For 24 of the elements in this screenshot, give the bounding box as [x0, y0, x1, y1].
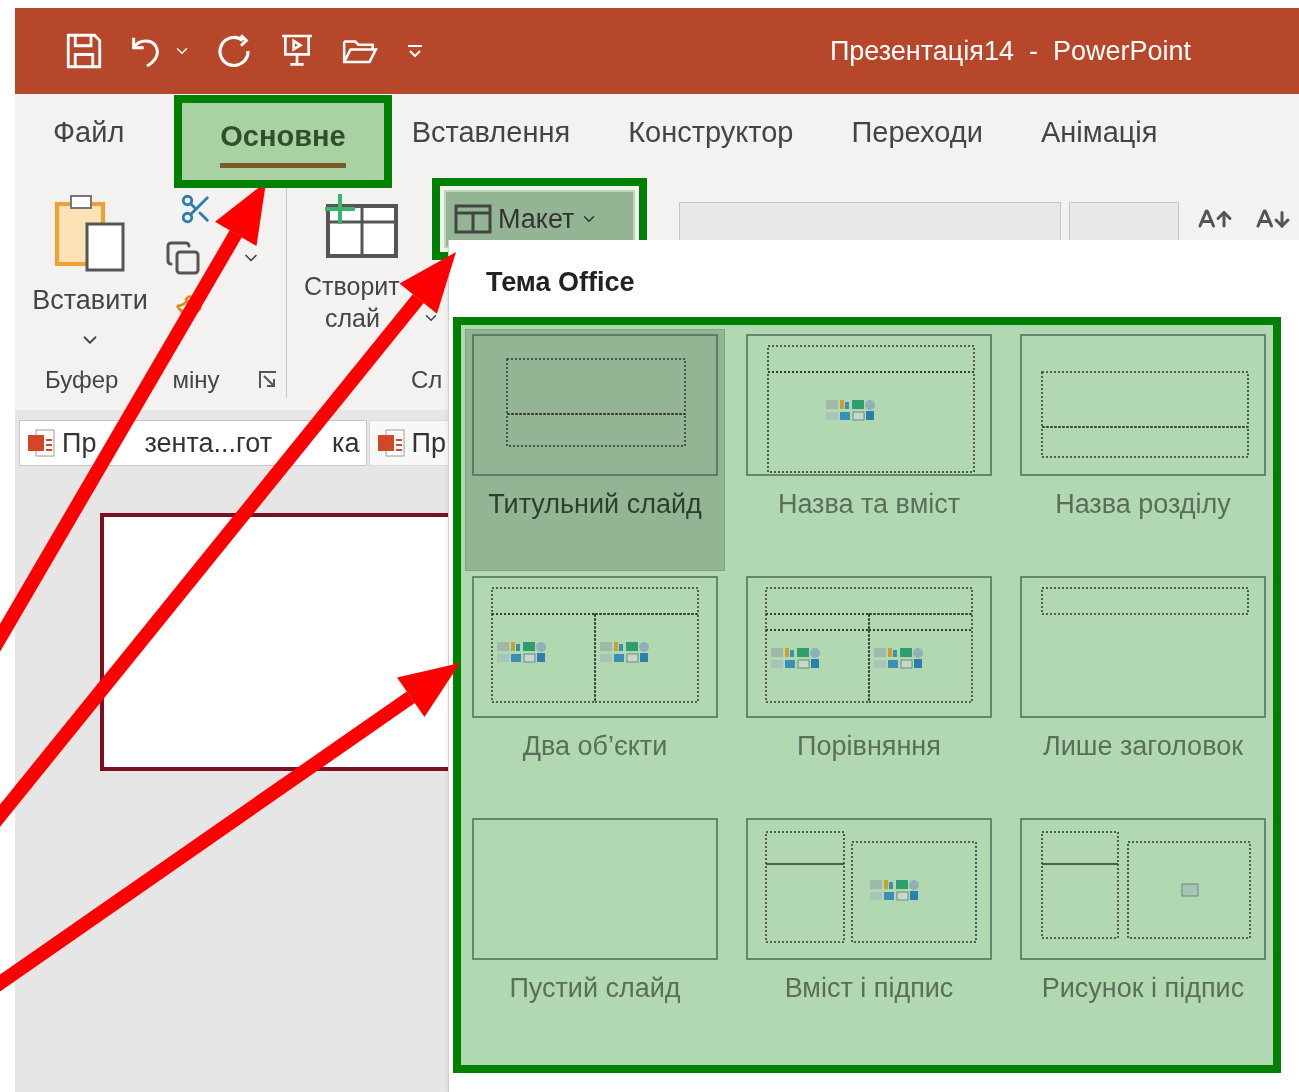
- window-title: Презентація14 - PowerPoint: [829, 34, 1191, 68]
- group-label: міну: [172, 365, 220, 395]
- group-label: Сл: [411, 365, 443, 395]
- gallery-heading: Тема Office: [485, 266, 636, 299]
- layout-option[interactable]: Пустий слайд: [465, 812, 725, 1055]
- layout-option[interactable]: Рисунок і підпис: [1013, 812, 1273, 1055]
- paste-button[interactable]: Вставити: [32, 280, 148, 321]
- ribbon-tab[interactable]: Основне: [174, 95, 392, 188]
- ribbon-tab[interactable]: Анімація: [1032, 94, 1166, 172]
- layout-option[interactable]: Лише заголовок: [1013, 570, 1273, 813]
- ribbon-tab[interactable]: Переходи: [843, 94, 991, 172]
- layout-option[interactable]: Назва розділу: [1013, 328, 1273, 571]
- ribbon-tab[interactable]: Конструктор: [620, 94, 802, 172]
- layout-option[interactable]: Два об’єкти: [465, 570, 725, 813]
- layout-option[interactable]: Назва та вміст: [739, 328, 999, 571]
- new-slide-label[interactable]: Створит: [304, 270, 400, 302]
- ribbon-tab[interactable]: Файл: [45, 94, 133, 172]
- presentation-tab[interactable]: Пр зента...гот ка: [19, 420, 367, 466]
- layout-option[interactable]: Порівняння: [739, 570, 999, 813]
- layout-option[interactable]: Вміст і підпис: [739, 812, 999, 1055]
- ribbon-tab[interactable]: Вставлення: [403, 94, 579, 172]
- layout-option[interactable]: Титульний слайд: [465, 328, 725, 571]
- group-label: Буфер: [45, 365, 119, 395]
- new-slide-label[interactable]: слай: [325, 302, 380, 334]
